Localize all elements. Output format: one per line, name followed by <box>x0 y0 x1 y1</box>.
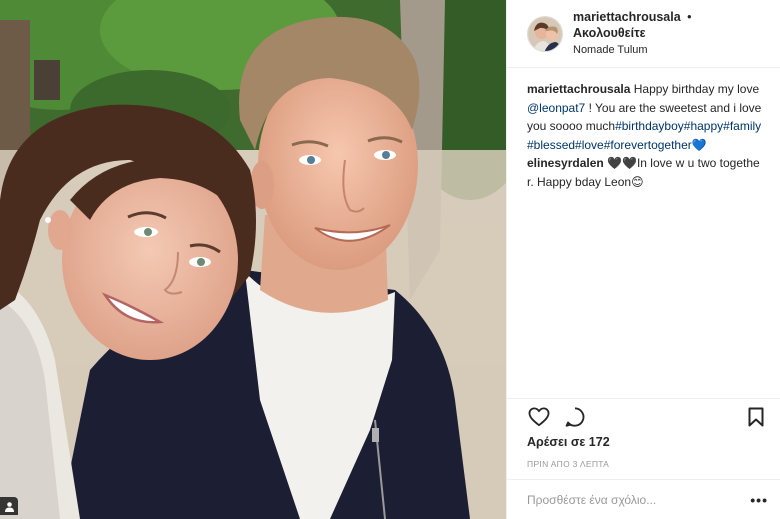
add-comment-bar: ••• <box>507 479 780 519</box>
following-button[interactable]: Ακολουθείτε <box>573 26 646 40</box>
like-button[interactable] <box>527 405 551 429</box>
more-options-button[interactable]: ••• <box>750 492 768 508</box>
save-button[interactable] <box>744 405 768 429</box>
likes-count[interactable]: Αρέσει σε 172 <box>527 435 610 449</box>
tag-people-button[interactable] <box>0 497 18 515</box>
caption-emoji: 💙 <box>691 137 707 152</box>
action-bar <box>507 398 780 434</box>
caption-text-start: Happy birthday my love <box>633 82 760 96</box>
heart-icon <box>528 406 550 426</box>
header-username[interactable]: mariettachrousala <box>573 10 681 24</box>
bookmark-icon <box>748 407 764 426</box>
selfie-image <box>0 0 506 519</box>
person-icon <box>4 501 14 512</box>
comments-section: mariettachrousala Happy birthday my love… <box>507 68 780 191</box>
post-header: mariettachrousala • Ακολουθείτε Nomade T… <box>507 0 780 68</box>
comment-input[interactable] <box>527 492 751 507</box>
post-photo[interactable] <box>0 0 506 519</box>
avatar-image <box>528 16 562 51</box>
comment-bubble-icon <box>565 406 585 427</box>
comment-username[interactable]: elinesyrdalen <box>527 156 604 170</box>
caption-mention[interactable]: @leonpat7 <box>527 101 585 115</box>
comment-button[interactable] <box>563 405 587 429</box>
location-link[interactable]: Nomade Tulum <box>573 42 768 58</box>
header-text: mariettachrousala • Ακολουθείτε Nomade T… <box>573 9 768 58</box>
post-timestamp[interactable]: ΠΡΙΝ ΑΠΟ 3 ΛΕΠΤΑ <box>527 459 609 469</box>
caption: mariettachrousala Happy birthday my love… <box>527 80 766 154</box>
caption-username[interactable]: mariettachrousala <box>527 82 630 96</box>
post-side-panel: mariettachrousala • Ακολουθείτε Nomade T… <box>506 0 780 519</box>
comment-item: elinesyrdalen 🖤🖤In love w u two together… <box>527 154 766 191</box>
header-separator: • <box>687 10 692 24</box>
avatar[interactable] <box>527 15 563 52</box>
